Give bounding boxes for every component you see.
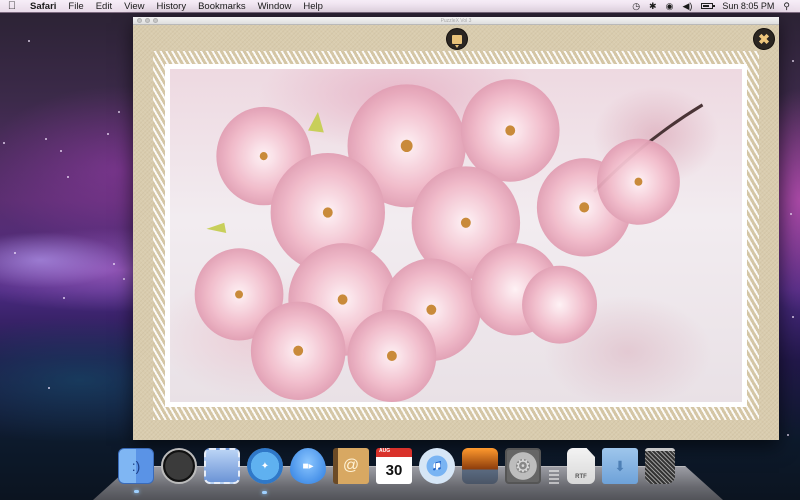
dock-rtf-document[interactable]: RTF: [567, 448, 595, 484]
finder-icon: :): [131, 458, 141, 474]
photo-border: [165, 64, 747, 407]
menu-view[interactable]: View: [118, 0, 150, 13]
dock-trash[interactable]: [645, 448, 675, 484]
menu-file[interactable]: File: [62, 0, 89, 13]
running-indicator: [134, 490, 139, 493]
ical-month: AUG: [379, 448, 391, 454]
dock-dashboard[interactable]: [161, 448, 197, 484]
photo-mat: [153, 51, 759, 420]
menu-help[interactable]: Help: [297, 0, 329, 13]
dock-finder[interactable]: :): [118, 448, 154, 493]
menu-history[interactable]: History: [151, 0, 193, 13]
menu-app-name[interactable]: Safari: [24, 0, 62, 13]
apple-menu-icon[interactable]: : [0, 0, 24, 12]
close-icon: ✖: [758, 31, 770, 47]
rtf-document-icon: RTF: [575, 474, 587, 480]
menu-window[interactable]: Window: [252, 0, 298, 13]
picture-button[interactable]: [446, 28, 468, 50]
menu-edit[interactable]: Edit: [90, 0, 118, 13]
dock-address-book[interactable]: @: [333, 448, 369, 484]
menu-bar:  Safari File Edit View History Bookmark…: [0, 0, 800, 13]
dock-system-preferences[interactable]: ⚙: [505, 448, 541, 484]
dock-ical[interactable]: AUG 30: [376, 448, 412, 484]
dock-ichat[interactable]: ■▸: [290, 448, 326, 484]
volume-icon[interactable]: ◀): [682, 0, 692, 13]
decorative-frame: ✖: [133, 25, 779, 440]
clock[interactable]: Sun 8:05 PM: [722, 0, 774, 13]
system-preferences-icon: ⚙: [514, 455, 532, 476]
cherry-blossom-image: [194, 79, 704, 402]
window-title: PuzzleX Vol 3: [440, 18, 472, 24]
downloads-folder-icon: ⬇: [614, 457, 626, 474]
dock-separator[interactable]: [548, 448, 560, 484]
ichat-icon: ■▸: [302, 460, 314, 472]
window-titlebar[interactable]: PuzzleX Vol 3: [133, 17, 779, 25]
wifi-icon[interactable]: ◉: [666, 0, 674, 13]
itunes-icon: ♫: [431, 457, 443, 474]
running-indicator: [262, 491, 267, 494]
puzzle-window: PuzzleX Vol 3 ✖: [133, 17, 779, 440]
address-book-icon: @: [342, 457, 360, 474]
safari-icon: ✦: [260, 460, 270, 472]
puzzle-photo[interactable]: [170, 69, 742, 402]
dock-mail[interactable]: [204, 448, 240, 484]
ical-icon: 30: [385, 462, 403, 479]
picture-icon: [452, 34, 462, 48]
dock-iphoto[interactable]: [462, 448, 498, 484]
time-machine-icon[interactable]: ◷: [632, 0, 640, 13]
bluetooth-icon[interactable]: ✱: [649, 0, 657, 13]
dock-itunes[interactable]: ♫: [419, 448, 455, 484]
spotlight-icon[interactable]: ⚲: [783, 0, 790, 13]
menu-bookmarks[interactable]: Bookmarks: [192, 0, 252, 13]
dock: :) ✦ ■▸ @ AUG 30 ♫ ⚙ RTF ⬇: [118, 448, 675, 494]
battery-icon[interactable]: [701, 3, 716, 9]
dock-safari[interactable]: ✦: [247, 448, 283, 494]
dock-downloads[interactable]: ⬇: [602, 448, 638, 484]
close-button[interactable]: ✖: [753, 28, 775, 50]
